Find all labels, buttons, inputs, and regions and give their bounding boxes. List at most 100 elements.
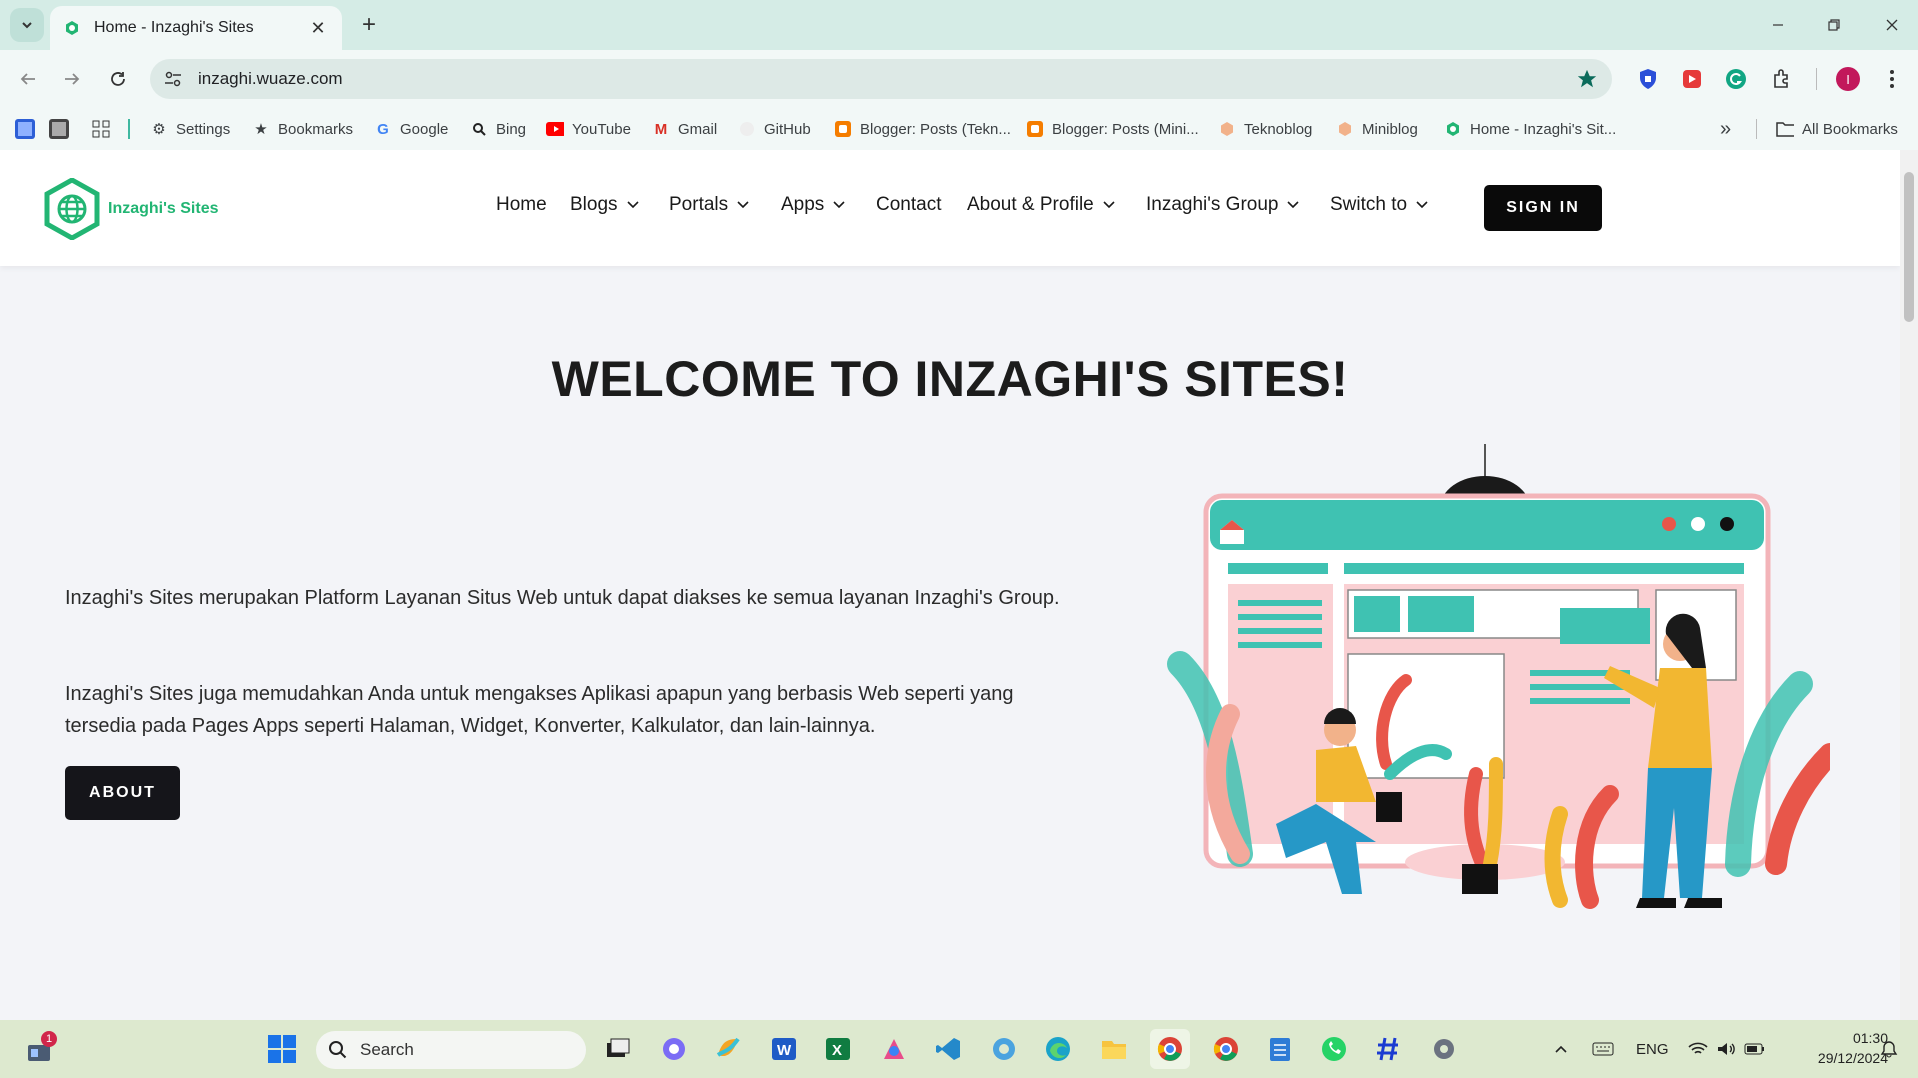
vscode-icon[interactable]	[928, 1029, 968, 1069]
widgets-badge: 1	[41, 1031, 57, 1047]
nav-inzaghis-group[interactable]: Inzaghi's Group	[1146, 194, 1300, 216]
more-bookmarks-button[interactable]: »	[1720, 108, 1731, 150]
bookmark-inzaghi-home[interactable]: Home - Inzaghi's Sit...	[1444, 108, 1616, 150]
welcome-heading: WELCOME TO INZAGHI'S SITES!	[551, 351, 1349, 407]
chevron-down-icon	[736, 200, 750, 210]
reload-button[interactable]	[102, 63, 134, 95]
close-tab-icon[interactable]: ✕	[308, 18, 328, 39]
bookmark-bookmarks[interactable]: ★ Bookmarks	[252, 108, 353, 150]
grammarly-icon[interactable]	[1722, 65, 1750, 93]
app-icon-2[interactable]	[48, 108, 70, 150]
copilot-icon[interactable]	[708, 1029, 748, 1069]
site-info-icon[interactable]	[164, 70, 184, 88]
arrow-left-icon	[20, 73, 35, 85]
notepad-icon[interactable]	[1260, 1029, 1300, 1069]
start-button[interactable]	[262, 1029, 302, 1069]
youtube-icon	[546, 120, 564, 138]
taskbar-search[interactable]: Search	[316, 1031, 586, 1069]
paint-app-icon[interactable]	[874, 1029, 914, 1069]
file-explorer-icon[interactable]	[1094, 1029, 1134, 1069]
search-icon	[329, 1041, 347, 1059]
shield-extension-icon[interactable]	[1634, 65, 1662, 93]
minimize-button[interactable]	[1758, 10, 1798, 40]
nav-portals[interactable]: Portals	[669, 194, 750, 216]
active-tab[interactable]: Home - Inzaghi's Sites ✕	[50, 6, 342, 50]
hexagon-icon	[1336, 120, 1354, 138]
nav-about-profile[interactable]: About & Profile	[967, 194, 1116, 216]
nav-switch-to[interactable]: Switch to	[1330, 194, 1429, 216]
clock[interactable]: 01:30 29/12/2024	[1778, 1028, 1888, 1068]
battery-icon[interactable]	[1744, 1020, 1766, 1078]
notification-bell-icon[interactable]	[1880, 1020, 1898, 1078]
minimize-icon	[1773, 24, 1783, 26]
nav-blogs[interactable]: Blogs	[570, 194, 640, 216]
tray-chevron-up-icon[interactable]	[1554, 1020, 1568, 1078]
description-paragraph: Inzaghi's Sites juga memudahkan Anda unt…	[65, 683, 1014, 737]
whatsapp-icon[interactable]	[1314, 1029, 1354, 1069]
bookmark-miniblog[interactable]: Miniblog	[1336, 108, 1418, 150]
new-tab-button[interactable]: +	[352, 8, 386, 42]
nav-contact[interactable]: Contact	[876, 194, 941, 216]
hexagon-icon	[1218, 120, 1236, 138]
nav-home[interactable]: Home	[496, 194, 547, 216]
excel-icon[interactable]: X	[818, 1029, 858, 1069]
menu-kebab-icon[interactable]	[1878, 65, 1906, 93]
tab-strip: Home - Inzaghi's Sites ✕ +	[0, 0, 1918, 50]
tab-search-button[interactable]	[10, 8, 44, 42]
widgets-button[interactable]: 1	[20, 1029, 60, 1069]
scrollbar-thumb[interactable]	[1904, 172, 1914, 322]
site-header: Inzaghi's Sites Home Blogs Portals Apps …	[0, 150, 1900, 266]
hashtag-app-icon[interactable]	[1368, 1029, 1408, 1069]
tab-title: Home - Inzaghi's Sites	[94, 19, 254, 36]
back-button[interactable]	[12, 63, 44, 95]
settings-app-icon[interactable]	[984, 1029, 1024, 1069]
clock-date: 29/12/2024	[1817, 1050, 1888, 1066]
profile-avatar[interactable]: I	[1834, 65, 1862, 93]
edge-icon[interactable]	[1038, 1029, 1078, 1069]
forward-button[interactable]	[56, 63, 88, 95]
keyboard-icon[interactable]	[1592, 1020, 1614, 1078]
system-settings-icon[interactable]	[1424, 1029, 1464, 1069]
sign-in-button[interactable]: SIGN IN	[1484, 185, 1602, 231]
chrome-icon-active[interactable]	[1150, 1029, 1190, 1069]
video-extension-icon[interactable]	[1678, 65, 1706, 93]
about-button[interactable]: ABOUT	[65, 766, 180, 820]
wifi-icon[interactable]	[1688, 1020, 1708, 1078]
app-icon-1[interactable]	[14, 108, 36, 150]
restore-button[interactable]	[1814, 10, 1854, 40]
bookmark-bing[interactable]: Bing	[470, 108, 526, 150]
bookmark-teknoblog[interactable]: Teknoblog	[1218, 108, 1312, 150]
site-logo[interactable]: Inzaghi's Sites	[44, 178, 219, 240]
language-indicator[interactable]: ENG	[1636, 1020, 1669, 1078]
bookmark-star-icon[interactable]	[1576, 68, 1598, 90]
bookmark-blogger-tekno[interactable]: Blogger: Posts (Tekn...	[834, 108, 1011, 150]
nav-apps[interactable]: Apps	[781, 194, 846, 216]
website-builders-illustration	[1167, 444, 1830, 909]
bookmark-settings[interactable]: ⚙ Settings	[150, 108, 230, 150]
chevron-down-icon	[22, 22, 32, 29]
apps-grid-icon[interactable]	[92, 108, 110, 150]
bookmark-gmail[interactable]: M Gmail	[652, 108, 717, 150]
close-window-button[interactable]	[1872, 10, 1912, 40]
extensions-puzzle-icon[interactable]	[1768, 65, 1796, 93]
all-bookmarks-button[interactable]: All Bookmarks	[1776, 108, 1898, 150]
bookmark-youtube[interactable]: YouTube	[546, 108, 631, 150]
gear-icon: ⚙	[152, 121, 166, 138]
address-bar[interactable]: inzaghi.wuaze.com	[150, 59, 1612, 99]
copilot-app-icon[interactable]	[654, 1029, 694, 1069]
intro-paragraph: Inzaghi's Sites merupakan Platform Layan…	[65, 587, 1060, 609]
bookmark-github[interactable]: GitHub	[738, 108, 811, 150]
svg-text:W: W	[777, 1042, 792, 1059]
bookmark-google[interactable]: G Google	[374, 108, 448, 150]
site-globe-icon	[44, 178, 100, 240]
task-view-icon[interactable]	[597, 1029, 637, 1069]
word-icon[interactable]: W	[764, 1029, 804, 1069]
volume-icon[interactable]	[1716, 1020, 1736, 1078]
chevron-down-icon	[1102, 200, 1116, 210]
taskbar: 1 Search W X ENG 01:30 29/12/2024	[0, 1020, 1918, 1078]
chrome-profile-icon[interactable]	[1206, 1029, 1246, 1069]
chevron-down-icon	[1286, 200, 1300, 210]
bookmark-blogger-mini[interactable]: Blogger: Posts (Mini...	[1026, 108, 1199, 150]
url-text: inzaghi.wuaze.com	[198, 69, 343, 88]
page-scrollbar[interactable]	[1900, 150, 1918, 1020]
